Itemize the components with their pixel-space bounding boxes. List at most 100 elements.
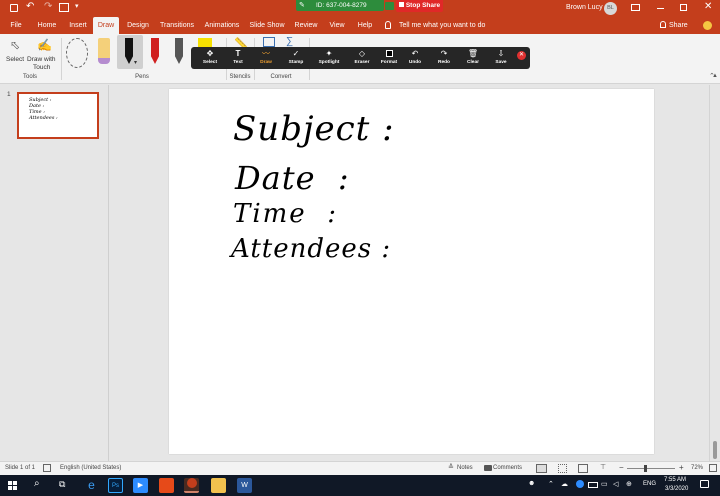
tab-draw[interactable]: Draw xyxy=(93,17,119,34)
minimize-icon[interactable] xyxy=(657,8,664,9)
draw-with-touch-label-1[interactable]: Draw with xyxy=(27,56,56,63)
tell-me-search[interactable]: Tell me what you want to do xyxy=(399,17,485,34)
tab-file[interactable]: File xyxy=(4,17,28,34)
vertical-scrollbar[interactable]: ▲ xyxy=(709,73,720,461)
select-label[interactable]: Select xyxy=(6,56,24,63)
zoom-in-icon[interactable]: + xyxy=(679,463,684,472)
user-name[interactable]: Brown Lucy xyxy=(566,4,603,11)
smiley-icon[interactable] xyxy=(703,21,712,30)
action-center-icon[interactable] xyxy=(700,480,709,488)
annotate-text-button[interactable]: T Text xyxy=(229,47,247,69)
chevron-down-icon[interactable]: ▾ xyxy=(134,59,137,66)
windows-start-icon[interactable] xyxy=(8,481,17,490)
ink-line-attendees[interactable]: Attendees : xyxy=(231,234,391,264)
powerpoint-icon[interactable] xyxy=(184,478,199,493)
zoom-out-icon[interactable]: − xyxy=(619,463,624,472)
annotate-eraser-button[interactable]: ◇ Eraser xyxy=(351,47,373,69)
ribbon-display-icon[interactable] xyxy=(631,4,640,11)
customize-qat-icon[interactable]: ▾ xyxy=(75,2,79,10)
zoom-slider-thumb[interactable] xyxy=(644,465,647,472)
people-icon[interactable]: ☻ xyxy=(528,480,535,487)
normal-view-icon[interactable] xyxy=(536,464,547,473)
zoom-app-icon[interactable]: ▶ xyxy=(133,478,148,493)
touch-hand-icon[interactable]: ✍ xyxy=(37,38,52,52)
office-icon[interactable] xyxy=(159,478,174,493)
slide-canvas[interactable]: Subject : Date : Time : Attendees : xyxy=(169,89,654,454)
annotate-stamp-button[interactable]: ✓ Stamp xyxy=(285,47,307,69)
zoom-level[interactable]: 72% xyxy=(691,465,703,471)
undo-icon[interactable]: ↶ xyxy=(26,1,34,12)
pen-red[interactable] xyxy=(151,38,159,64)
clock-date[interactable]: 3/3/2020 xyxy=(665,486,688,492)
tab-transitions[interactable]: Transitions xyxy=(157,17,197,34)
fit-slide-icon[interactable] xyxy=(709,464,717,472)
file-explorer-icon[interactable] xyxy=(211,478,226,493)
scroll-thumb[interactable] xyxy=(713,441,717,459)
lasso-select-button[interactable] xyxy=(66,38,88,68)
search-icon[interactable]: ⌕ xyxy=(34,478,40,489)
presenter-icon[interactable] xyxy=(59,3,69,12)
tab-view[interactable]: View xyxy=(325,17,349,34)
select-cursor-icon[interactable]: ⬁ xyxy=(10,38,20,52)
ink-line-time[interactable]: Time : xyxy=(233,199,338,229)
tab-design[interactable]: Design xyxy=(123,17,153,34)
annotate-undo-button[interactable]: ↶ Undo xyxy=(405,47,425,69)
eraser-pen[interactable] xyxy=(98,38,110,64)
tab-animations[interactable]: Animations xyxy=(201,17,243,34)
task-view-icon[interactable]: ⧉ xyxy=(59,479,65,490)
draw-icon: 〰 xyxy=(262,49,270,58)
share-button[interactable]: Share xyxy=(669,17,688,34)
reading-view-icon[interactable] xyxy=(578,464,588,473)
annotate-redo-button[interactable]: ↷ Redo xyxy=(434,47,454,69)
slideshow-icon[interactable]: ⊤ xyxy=(600,463,606,471)
powerpoint-window: ↶ ↷ ▾ ✎ ID: 637-004-8279 Stop Share Brow… xyxy=(0,0,720,496)
save-icon[interactable] xyxy=(10,4,18,12)
annotate-clear-button[interactable]: 🗑 Clear xyxy=(463,47,483,69)
scroll-up-icon[interactable]: ▲ xyxy=(712,73,718,79)
language-status[interactable]: English (United States) xyxy=(60,465,121,471)
ink-to-shape-icon[interactable] xyxy=(263,37,275,47)
close-icon[interactable]: ✕ xyxy=(704,1,712,12)
annotate-draw-button[interactable]: 〰 Draw xyxy=(256,47,276,69)
language-indicator[interactable]: ENG xyxy=(643,481,656,487)
photoshop-icon[interactable]: Ps xyxy=(108,478,123,493)
ink-line-date[interactable]: Date : xyxy=(235,159,350,197)
annotate-format-button[interactable]: Format xyxy=(378,47,400,69)
battery-icon[interactable] xyxy=(588,482,598,488)
zoom-meeting-id-bar[interactable]: ✎ ID: 637-004-8279 xyxy=(296,0,384,11)
tab-home[interactable]: Home xyxy=(33,17,61,34)
volume-icon[interactable]: ◁ xyxy=(613,480,618,488)
tray-chevron-icon[interactable]: ⌃ xyxy=(548,480,554,488)
annotate-select-label: Select xyxy=(202,60,218,65)
comments-button[interactable]: Comments xyxy=(493,465,522,471)
zoom-slider[interactable] xyxy=(627,468,675,469)
sync-icon[interactable]: ⊕ xyxy=(626,480,632,488)
slide-sorter-icon[interactable] xyxy=(558,464,567,473)
tab-slide-show[interactable]: Slide Show xyxy=(247,17,287,34)
redo-icon[interactable]: ↷ xyxy=(44,1,52,12)
tab-insert[interactable]: Insert xyxy=(64,17,92,34)
spellcheck-icon[interactable] xyxy=(43,464,51,472)
network-icon[interactable]: ▭ xyxy=(601,480,608,488)
clock-time[interactable]: 7:55 AM xyxy=(664,477,686,483)
word-icon[interactable]: W xyxy=(237,478,252,493)
maximize-icon[interactable] xyxy=(680,4,687,11)
slide-thumbnail[interactable]: Subject : Date : Time : Attendees : xyxy=(17,92,99,139)
cloud-icon[interactable]: ☁ xyxy=(561,480,568,488)
stop-share-button[interactable]: Stop Share xyxy=(396,0,443,12)
avatar[interactable]: BL xyxy=(604,2,617,15)
notes-button[interactable]: Notes xyxy=(457,465,473,471)
pencil-gray[interactable] xyxy=(175,38,183,64)
draw-with-touch-label-2[interactable]: Touch xyxy=(33,64,50,71)
tab-review[interactable]: Review xyxy=(291,17,321,34)
ink-to-math-icon[interactable]: ∑ xyxy=(286,36,293,47)
tab-help[interactable]: Help xyxy=(353,17,377,34)
edge-icon[interactable]: e xyxy=(84,478,99,493)
bluetooth-icon[interactable] xyxy=(576,480,584,488)
annotate-select-button[interactable]: ✥ Select xyxy=(200,47,220,69)
annotate-save-button[interactable]: ⇩ Save xyxy=(491,47,511,69)
annotate-undo-label: Undo xyxy=(408,60,422,65)
annotate-spotlight-button[interactable]: ✦ Spotlight xyxy=(315,47,343,69)
ink-line-subject[interactable]: Subject : xyxy=(233,109,395,149)
close-toolbar-icon[interactable]: ✕ xyxy=(517,51,526,60)
